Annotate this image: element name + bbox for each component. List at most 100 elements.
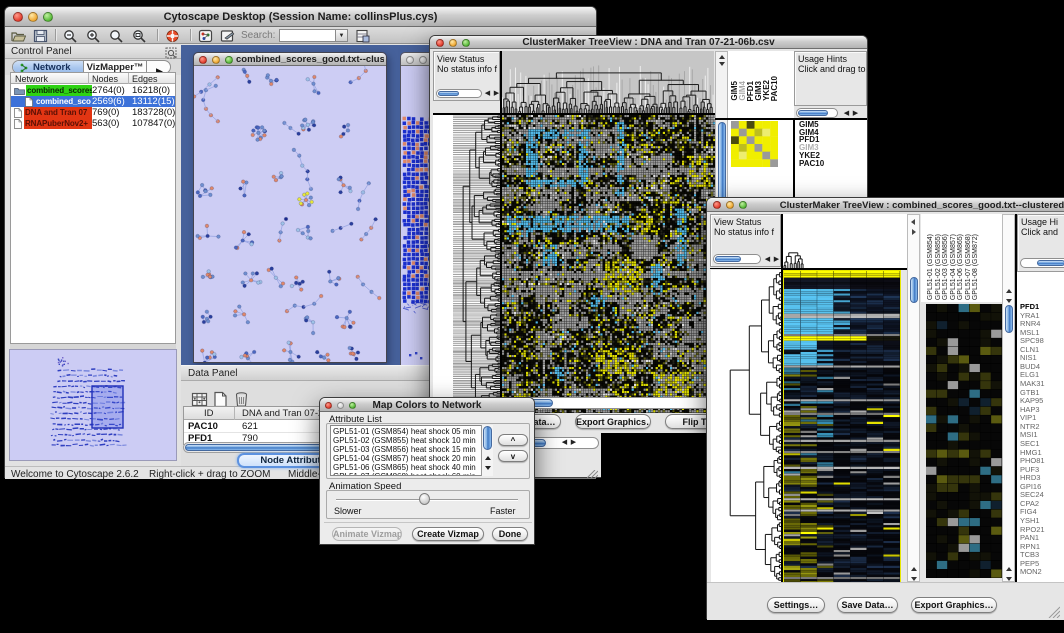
tv1-column-dendrogram[interactable] [502, 51, 714, 113]
scroll-left-icon[interactable]: ◀ [763, 255, 772, 264]
zoom-out-icon[interactable] [63, 29, 78, 43]
scroll-right-icon[interactable]: ▶ [772, 255, 781, 264]
scroll-left-icon[interactable] [911, 219, 915, 225]
tv2-status-hscrollbar[interactable] [713, 254, 761, 264]
tv2-view-status-panel: View Status No status info f ◀ ▶ [710, 214, 781, 267]
tv2-view-status-line2: No status info f [714, 227, 780, 237]
zoom-fit-icon[interactable] [109, 29, 124, 43]
network-window-1: combined_scores_good.txt--cluste... [193, 52, 387, 363]
tv1-export-graphics-button[interactable]: Export Graphics… [575, 414, 651, 429]
scroll-down-icon[interactable] [1006, 577, 1012, 581]
help-ring-icon[interactable] [165, 29, 180, 43]
col-header-edges[interactable]: Edges [132, 74, 158, 84]
tv1-global-thumbnail[interactable] [601, 433, 708, 478]
attribute-list-item[interactable]: GPL51-07 (GSM868) heat shock 60 min [333, 472, 492, 476]
col-header-nodes[interactable]: Nodes [92, 74, 118, 84]
tv2-heatmap[interactable] [783, 270, 901, 584]
network-overview-icon[interactable] [198, 29, 213, 43]
import-table-icon[interactable] [355, 29, 370, 43]
minimize-button[interactable] [212, 56, 220, 64]
animate-vizmap-button[interactable]: Animate Vizmap [332, 527, 402, 541]
open-folder-icon[interactable] [11, 29, 26, 43]
scroll-up-icon[interactable] [719, 55, 725, 59]
close-button[interactable] [406, 56, 414, 64]
treeview-1-titlebar[interactable]: ClusterMaker TreeView : DNA and Tran 07-… [430, 36, 867, 49]
network-table-row[interactable]: combined_sco2569(6)13112(15) [11, 96, 175, 107]
scroll-down-icon[interactable] [1006, 299, 1012, 303]
network-overview-panel[interactable] [9, 349, 177, 461]
treeview-2-titlebar[interactable]: ClusterMaker TreeView : combined_scores_… [707, 198, 1064, 212]
network-table-row[interactable]: combined_scores_2764(0)16218(0) [11, 85, 175, 96]
scroll-left-icon[interactable]: ◀ [483, 89, 492, 98]
attribute-list-item[interactable]: GPL51-01 (GSM854) heat shock 05 min [333, 427, 492, 436]
network-table-row[interactable]: DNA and Tran 07769(0)183728(0) [11, 107, 175, 118]
annotation-icon[interactable] [220, 29, 235, 43]
tv1-hints-hscrollbar[interactable] [796, 108, 838, 118]
tv2-resize-grip[interactable] [1047, 605, 1060, 618]
tv1-similarity-matrix[interactable] [731, 121, 778, 167]
animation-speed-slider-thumb[interactable] [419, 493, 430, 505]
attribute-list-item[interactable]: GPL51-06 (GSM865) heat shock 40 min [333, 463, 492, 472]
tv2-hints-hscrollbar[interactable] [1020, 258, 1064, 268]
tv2-zoom-heatmap[interactable] [926, 304, 1002, 578]
zoom-in-icon[interactable] [86, 29, 101, 43]
scroll-down-icon[interactable] [485, 466, 491, 470]
attribute-list[interactable]: GPL51-01 (GSM854) heat shock 05 minGPL51… [330, 425, 493, 476]
search-input[interactable] [279, 29, 336, 42]
tv2-save-data-button[interactable]: Save Data… [837, 597, 898, 613]
create-vizmap-button[interactable]: Create Vizmap [412, 527, 484, 541]
data-value: 621 [242, 421, 258, 433]
minimize-button[interactable] [419, 56, 427, 64]
desktop-titlebar[interactable]: Cytoscape Desktop (Session Name: collins… [5, 7, 596, 27]
scroll-left-icon[interactable]: ◀ [560, 438, 569, 447]
tv2-usage-hints-line1: Usage Hi [1021, 217, 1064, 227]
tv2-export-graphics-button[interactable]: Export Graphics… [911, 597, 997, 613]
tv1-heatmap[interactable] [502, 115, 715, 413]
tv2-row-dendrogram[interactable] [711, 270, 781, 582]
scroll-right-icon[interactable] [912, 229, 916, 235]
network-edges: 107847(0) [132, 118, 175, 129]
attribute-up-button[interactable]: ^ [498, 434, 528, 446]
search-dropdown-button[interactable]: ▼ [336, 29, 348, 42]
network-view-1-canvas[interactable] [194, 66, 386, 362]
attribute-list-item[interactable]: GPL51-02 (GSM855) heat shock 10 min [333, 436, 492, 445]
tv2-settings-button[interactable]: Settings… [767, 597, 825, 613]
save-icon[interactable] [33, 29, 48, 43]
tv1-row-dendrogram[interactable] [433, 115, 500, 413]
dialog-titlebar[interactable]: Map Colors to Network [320, 398, 534, 412]
tv1-zoom-label: PAC10 [799, 159, 824, 168]
treeview-2-title: ClusterMaker TreeView : combined_scores_… [707, 200, 1064, 211]
attribute-down-button[interactable]: v [498, 450, 528, 462]
zoom-button[interactable] [225, 56, 233, 64]
network-table-row[interactable]: RNAPuberNov2+563(0)107847(0) [11, 118, 175, 129]
tv2-column-dendrogram[interactable] [782, 215, 906, 268]
done-button[interactable]: Done [492, 527, 528, 541]
slower-label: Slower [334, 506, 362, 516]
attribute-list-item[interactable]: GPL51-04 (GSM857) heat shock 20 min [333, 454, 492, 463]
scroll-right-icon[interactable]: ▶ [569, 438, 578, 447]
tv1-column-labels: GIM5GIM4PFD1GIM3YKE2PAC10 [728, 51, 794, 118]
scroll-up-icon[interactable] [911, 567, 917, 571]
scroll-up-icon[interactable] [1006, 567, 1012, 571]
scroll-down-icon[interactable] [911, 577, 917, 581]
tv2-usage-hints-line2: Click and [1021, 227, 1064, 237]
tv2-vscrollbar-zoom[interactable] [1002, 214, 1015, 582]
zoom-selected-icon[interactable] [132, 29, 147, 43]
attribute-list-vscrollbar[interactable] [481, 425, 493, 476]
scroll-up-icon[interactable] [485, 456, 491, 460]
data-col-id[interactable]: ID [204, 408, 214, 419]
network-edges: 16218(0) [132, 85, 170, 96]
network-name: DNA and Tran 07 [24, 107, 92, 118]
tv1-status-hscrollbar[interactable] [436, 89, 482, 98]
tv2-vscrollbar-main[interactable] [907, 214, 920, 582]
scroll-right-icon[interactable]: ▶ [851, 109, 860, 118]
network-window-1-titlebar[interactable]: combined_scores_good.txt--cluste... [194, 53, 386, 66]
status-zoom-hint: Right-click + drag to ZOOM [149, 469, 270, 481]
attribute-list-item[interactable]: GPL51-03 (GSM856) heat shock 15 min [333, 445, 492, 454]
scroll-down-icon[interactable] [719, 62, 725, 66]
scroll-right-icon[interactable]: ▶ [492, 89, 500, 98]
scroll-up-icon[interactable] [1006, 289, 1012, 293]
close-button[interactable] [199, 56, 207, 64]
scroll-left-icon[interactable]: ◀ [842, 109, 851, 118]
col-header-network[interactable]: Network [15, 74, 48, 84]
